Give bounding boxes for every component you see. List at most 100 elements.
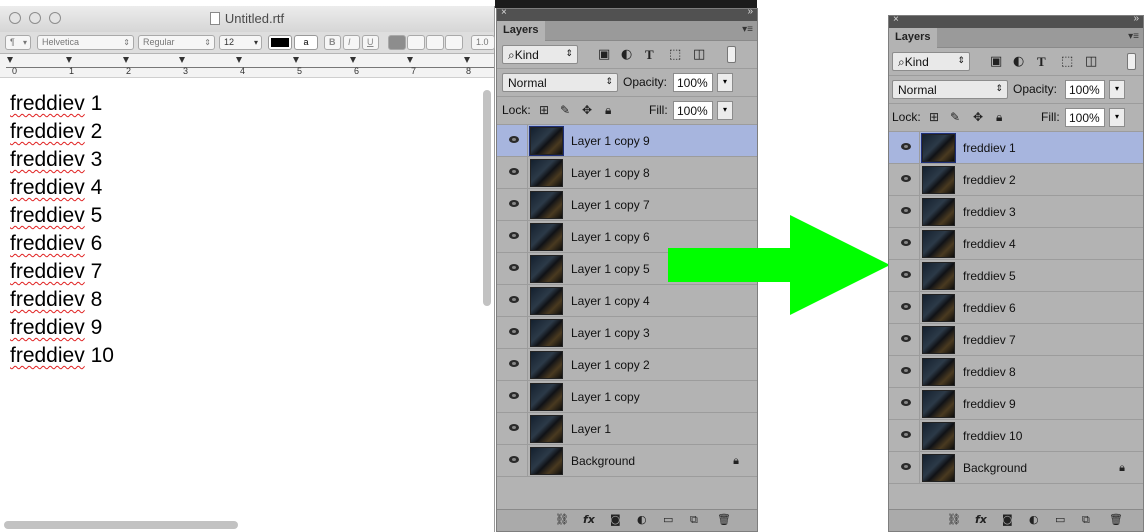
- filter-pixel-icon[interactable]: ▣: [598, 47, 610, 62]
- layer-row[interactable]: freddiev 1: [889, 132, 1143, 164]
- filter-type-icon[interactable]: T: [645, 47, 654, 63]
- filter-adjustment-icon[interactable]: ◐: [1013, 54, 1024, 69]
- tab-stop-marker[interactable]: [66, 57, 72, 63]
- opacity-input[interactable]: 100%: [1065, 80, 1105, 99]
- eye-icon[interactable]: [509, 168, 519, 175]
- layer-row[interactable]: Layer 1: [497, 413, 757, 445]
- filter-smart-object-icon[interactable]: ◫: [1085, 54, 1097, 69]
- filter-kind-select[interactable]: ⌕Kind ⇕: [892, 52, 970, 71]
- text-color-well[interactable]: [268, 35, 292, 50]
- lock-position-icon[interactable]: ✥: [582, 103, 592, 117]
- eye-icon[interactable]: [901, 175, 911, 182]
- opacity-dropdown[interactable]: ▾: [717, 73, 733, 92]
- font-size-combo[interactable]: 12 ▾: [219, 35, 262, 50]
- mask-icon[interactable]: ◙: [610, 513, 621, 526]
- font-family-popup[interactable]: Helvetica ⇕: [37, 35, 134, 50]
- tab-stop-marker[interactable]: [464, 57, 470, 63]
- document-body[interactable]: freddiev 1 freddiev 2 freddiev 3 freddie…: [10, 90, 114, 370]
- eye-icon[interactable]: [901, 399, 911, 406]
- tab-stop-marker[interactable]: [236, 57, 242, 63]
- panel-collapse-icon[interactable]: »: [747, 9, 753, 17]
- panel-close-icon[interactable]: ×: [501, 9, 507, 18]
- eye-icon[interactable]: [509, 392, 519, 399]
- filter-smart-object-icon[interactable]: ◫: [693, 47, 705, 62]
- filter-kind-select[interactable]: ⌕Kind ⇕: [502, 45, 578, 64]
- align-center-button[interactable]: [407, 35, 425, 50]
- ruler[interactable]: 0 1 2 3 4 5 6 7 8: [0, 54, 494, 78]
- filter-pixel-icon[interactable]: ▣: [990, 54, 1002, 69]
- lock-all-icon[interactable]: 🔒︎: [605, 103, 611, 118]
- lock-all-icon[interactable]: 🔒︎: [996, 110, 1002, 125]
- adjustment-icon[interactable]: ◐: [637, 513, 647, 526]
- folder-icon[interactable]: ▭: [1055, 513, 1065, 526]
- panel-collapse-icon[interactable]: »: [1133, 16, 1139, 24]
- filter-adjustment-icon[interactable]: ◐: [621, 47, 632, 62]
- panel-menu-icon[interactable]: ▾≡: [742, 24, 753, 35]
- layer-row[interactable]: freddiev 6: [889, 292, 1143, 324]
- tab-stop-marker[interactable]: [293, 57, 299, 63]
- eye-icon[interactable]: [509, 360, 519, 367]
- layer-row-background[interactable]: Background 🔒︎: [889, 452, 1143, 484]
- filter-shape-icon[interactable]: ⬚: [669, 47, 681, 62]
- layer-row[interactable]: freddiev 2: [889, 164, 1143, 196]
- tab-stop-marker[interactable]: [179, 57, 185, 63]
- folder-icon[interactable]: ▭: [663, 513, 673, 526]
- lock-transparent-icon[interactable]: ⊞: [539, 103, 549, 117]
- trash-icon[interactable]: 🗑︎: [1109, 513, 1123, 526]
- layer-row[interactable]: freddiev 10: [889, 420, 1143, 452]
- layer-row[interactable]: freddiev 7: [889, 324, 1143, 356]
- eye-icon[interactable]: [901, 463, 911, 470]
- blend-mode-select[interactable]: Normal ⇕: [502, 73, 618, 92]
- layer-row[interactable]: freddiev 8: [889, 356, 1143, 388]
- fx-icon[interactable]: fx: [975, 513, 987, 526]
- filter-toggle[interactable]: [1127, 53, 1136, 70]
- layer-row[interactable]: Layer 1 copy 2: [497, 349, 757, 381]
- layer-row[interactable]: freddiev 5: [889, 260, 1143, 292]
- fill-dropdown[interactable]: ▾: [1109, 108, 1125, 127]
- layer-row[interactable]: Layer 1 copy 3: [497, 317, 757, 349]
- vertical-scrollbar[interactable]: [483, 90, 491, 306]
- new-layer-icon[interactable]: ⧉: [1082, 513, 1090, 527]
- italic-button[interactable]: I: [343, 35, 360, 50]
- horizontal-scrollbar[interactable]: [4, 521, 238, 529]
- lock-position-icon[interactable]: ✥: [973, 110, 983, 124]
- bold-button[interactable]: B: [324, 35, 341, 50]
- layer-row[interactable]: freddiev 4: [889, 228, 1143, 260]
- left-indent-marker[interactable]: [7, 57, 13, 63]
- tab-layers[interactable]: Layers: [889, 28, 937, 48]
- fill-input[interactable]: 100%: [673, 101, 713, 120]
- new-layer-icon[interactable]: ⧉: [690, 513, 698, 527]
- layer-row[interactable]: Layer 1 copy 9: [497, 125, 757, 157]
- filter-toggle[interactable]: [727, 46, 736, 63]
- lock-transparent-icon[interactable]: ⊞: [929, 110, 939, 124]
- lock-pixels-icon[interactable]: ✎: [560, 103, 570, 117]
- eye-icon[interactable]: [901, 335, 911, 342]
- underline-button[interactable]: U: [362, 35, 379, 50]
- tab-stop-marker[interactable]: [407, 57, 413, 63]
- blend-mode-select[interactable]: Normal ⇕: [892, 80, 1008, 99]
- justify-button[interactable]: [445, 35, 463, 50]
- eye-icon[interactable]: [509, 456, 519, 463]
- eye-icon[interactable]: [509, 136, 519, 143]
- lock-pixels-icon[interactable]: ✎: [950, 110, 960, 124]
- eye-icon[interactable]: [509, 232, 519, 239]
- eye-icon[interactable]: [901, 431, 911, 438]
- layer-row[interactable]: freddiev 9: [889, 388, 1143, 420]
- link-icon[interactable]: ⛓: [947, 513, 961, 526]
- align-left-button[interactable]: [388, 35, 406, 50]
- eye-icon[interactable]: [509, 424, 519, 431]
- adjustment-icon[interactable]: ◐: [1029, 513, 1039, 526]
- opacity-dropdown[interactable]: ▾: [1109, 80, 1125, 99]
- panel-close-icon[interactable]: ×: [893, 16, 899, 25]
- eye-icon[interactable]: [901, 303, 911, 310]
- filter-shape-icon[interactable]: ⬚: [1061, 54, 1073, 69]
- opacity-input[interactable]: 100%: [673, 73, 713, 92]
- layer-row[interactable]: Layer 1 copy 8: [497, 157, 757, 189]
- eye-icon[interactable]: [901, 143, 911, 150]
- eye-icon[interactable]: [901, 207, 911, 214]
- eye-icon[interactable]: [901, 239, 911, 246]
- tab-stop-marker[interactable]: [350, 57, 356, 63]
- fill-input[interactable]: 100%: [1065, 108, 1105, 127]
- eye-icon[interactable]: [901, 367, 911, 374]
- filter-type-icon[interactable]: T: [1037, 54, 1046, 70]
